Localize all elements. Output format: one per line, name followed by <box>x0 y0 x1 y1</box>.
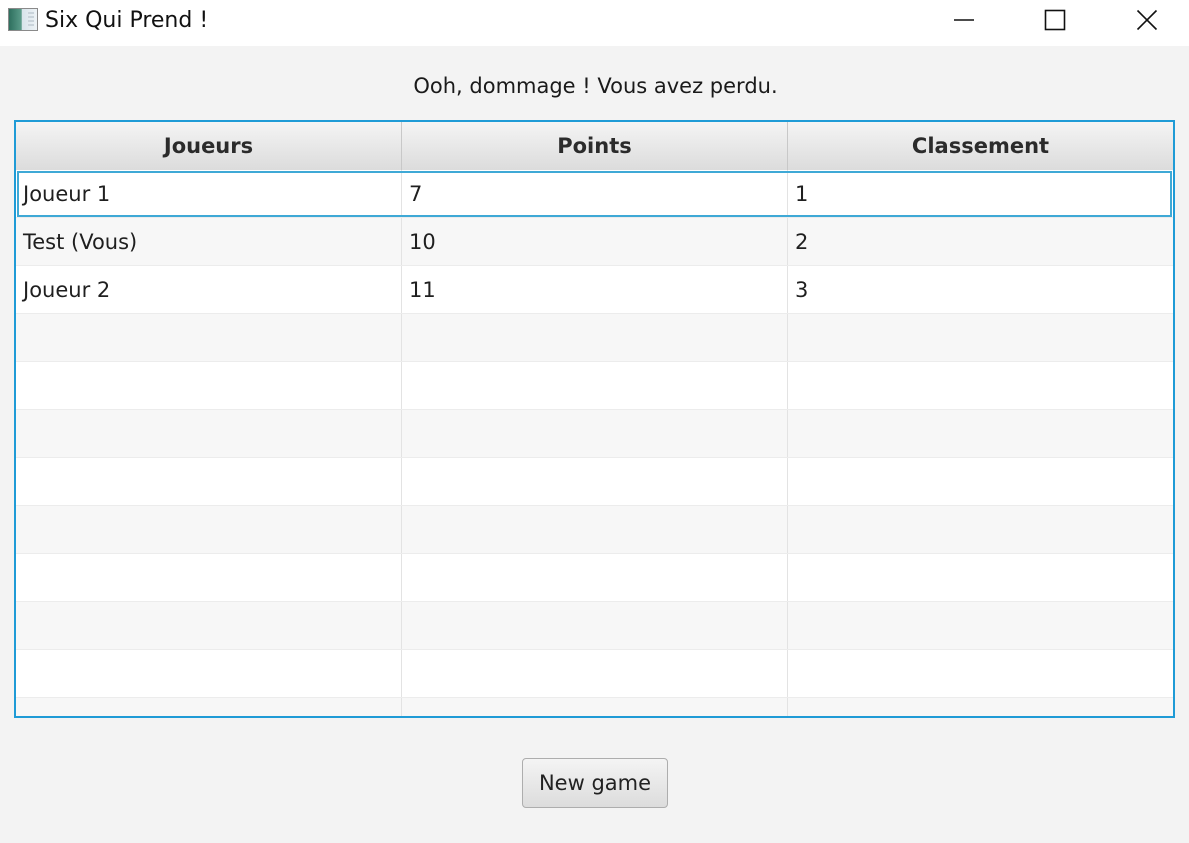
empty-row <box>16 698 1173 716</box>
empty-cell <box>16 698 402 716</box>
app-icon <box>8 8 38 31</box>
empty-row <box>16 650 1173 698</box>
empty-cell <box>788 554 1173 601</box>
empty-cell <box>788 410 1173 457</box>
empty-cell <box>788 362 1173 409</box>
empty-cell <box>402 650 788 697</box>
close-button[interactable] <box>1101 0 1189 40</box>
result-message: Ooh, dommage ! Vous avez perdu. <box>413 74 778 98</box>
empty-row <box>16 554 1173 602</box>
cell-player: Test (Vous) <box>16 218 402 265</box>
maximize-button[interactable] <box>1009 0 1101 40</box>
table-row[interactable]: Joueur 1 7 1 <box>16 170 1173 218</box>
table-row[interactable]: Joueur 2 11 3 <box>16 266 1173 314</box>
new-game-button[interactable]: New game <box>522 758 668 808</box>
column-header-points[interactable]: Points <box>402 122 788 170</box>
cell-rank: 1 <box>795 181 809 206</box>
empty-cell <box>402 410 788 457</box>
empty-cell <box>16 314 402 361</box>
empty-row <box>16 410 1173 458</box>
empty-row <box>16 314 1173 362</box>
empty-cell <box>402 314 788 361</box>
table-header: Joueurs Points Classement <box>16 122 1173 171</box>
empty-cell <box>16 410 402 457</box>
empty-cell <box>16 362 402 409</box>
empty-cell <box>402 602 788 649</box>
table-body: Joueur 1 7 1 Test (Vous) 10 2 Joueur 2 1… <box>16 170 1173 716</box>
scores-table[interactable]: Joueurs Points Classement Joueur 1 7 1 T… <box>14 120 1175 718</box>
empty-row <box>16 506 1173 554</box>
title-bar: Six Qui Prend ! <box>0 0 1189 46</box>
empty-cell <box>788 602 1173 649</box>
empty-cell <box>402 698 788 716</box>
empty-cell <box>16 602 402 649</box>
column-header-classement[interactable]: Classement <box>788 122 1173 170</box>
table-row[interactable]: Test (Vous) 10 2 <box>16 218 1173 266</box>
minimize-icon <box>954 19 974 21</box>
empty-cell <box>788 458 1173 505</box>
close-icon <box>1136 9 1158 31</box>
empty-cell <box>788 314 1173 361</box>
maximize-icon <box>1044 9 1066 31</box>
empty-cell <box>16 650 402 697</box>
empty-cell <box>788 506 1173 553</box>
empty-cell <box>402 554 788 601</box>
cell-points: 11 <box>402 266 788 313</box>
empty-row <box>16 602 1173 650</box>
cell-player: Joueur 2 <box>16 266 402 313</box>
cell-player: Joueur 1 <box>16 170 402 217</box>
empty-row <box>16 458 1173 506</box>
column-header-joueurs[interactable]: Joueurs <box>16 122 402 170</box>
empty-cell <box>16 554 402 601</box>
empty-cell <box>788 698 1173 716</box>
empty-cell <box>788 650 1173 697</box>
window-title: Six Qui Prend ! <box>45 8 209 33</box>
cell-rank: 2 <box>795 229 809 254</box>
cell-rank: 3 <box>795 277 809 302</box>
empty-cell <box>402 362 788 409</box>
cell-points: 10 <box>402 218 788 265</box>
minimize-button[interactable] <box>918 0 1010 40</box>
cell-points: 7 <box>402 170 788 217</box>
empty-cell <box>16 506 402 553</box>
empty-cell <box>402 506 788 553</box>
empty-row <box>16 362 1173 410</box>
empty-cell <box>402 458 788 505</box>
empty-cell <box>16 458 402 505</box>
